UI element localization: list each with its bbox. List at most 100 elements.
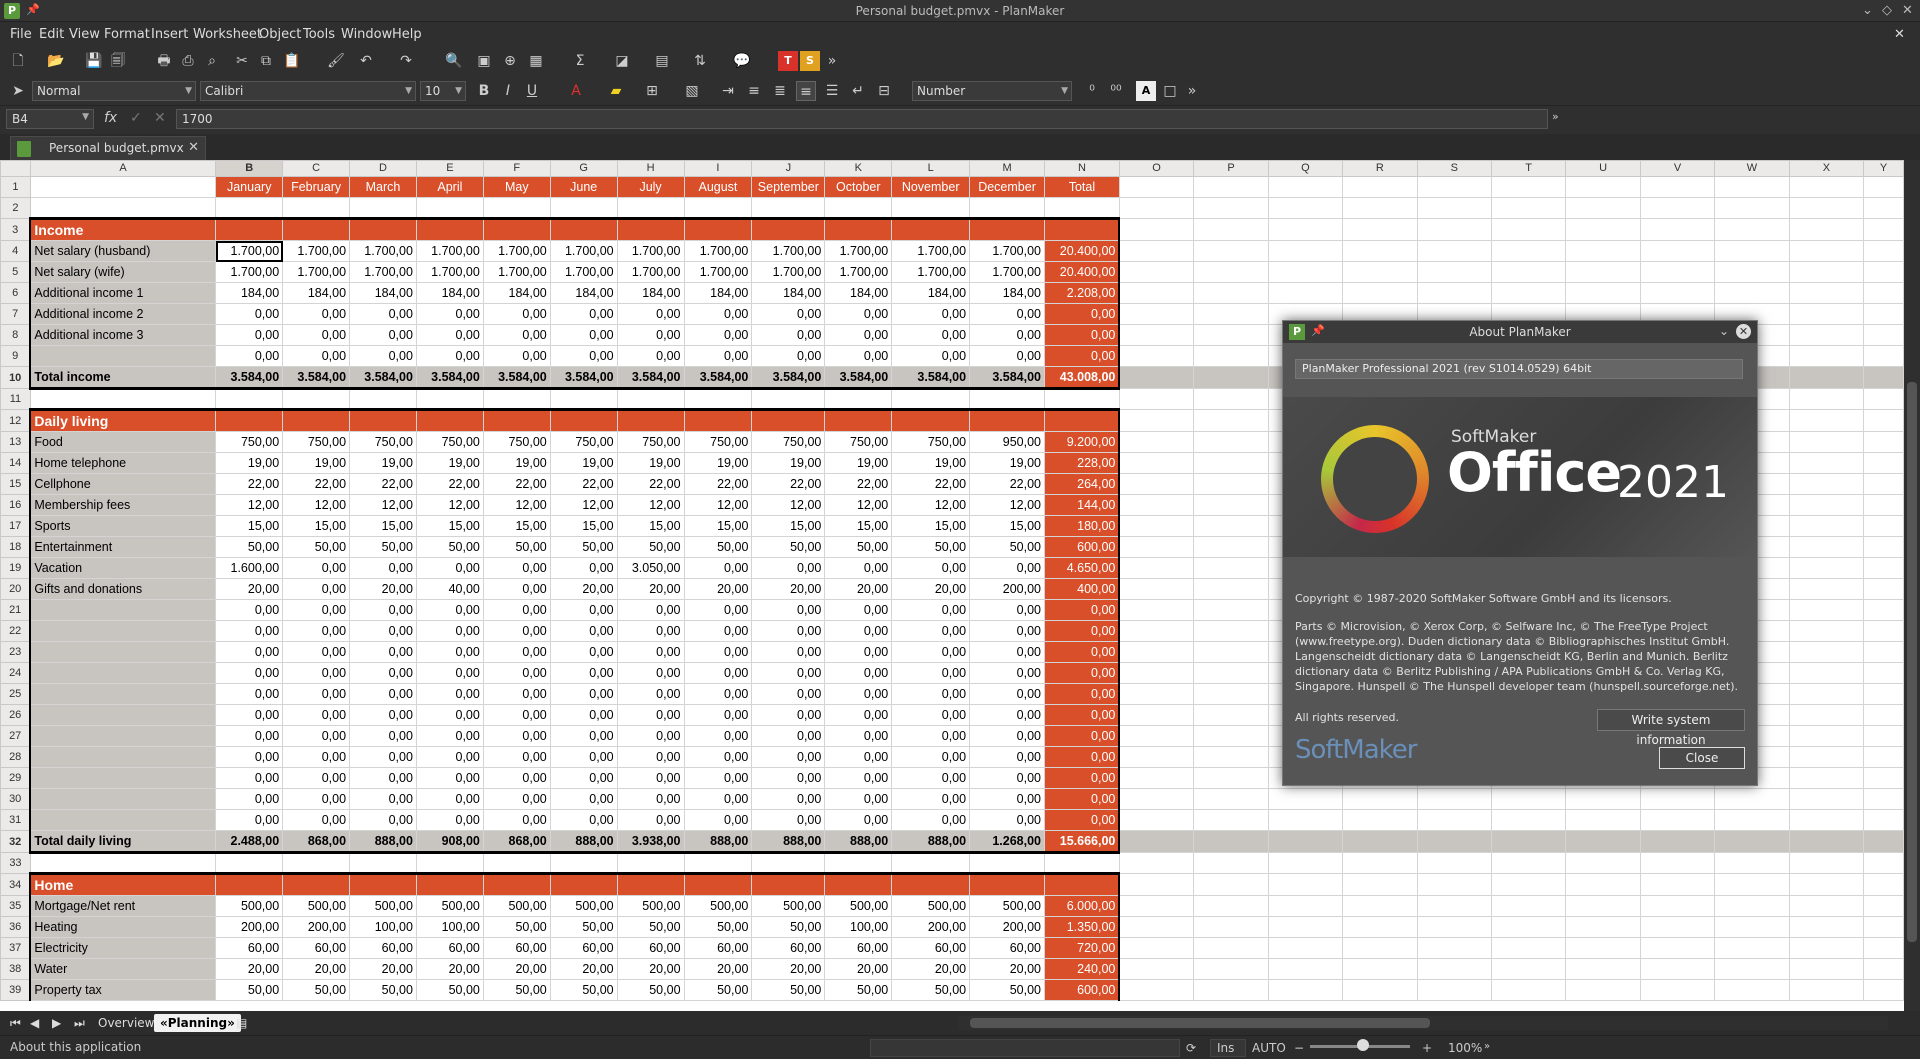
column-header[interactable]: V (1639, 160, 1716, 177)
cell[interactable] (549, 197, 618, 219)
value-cell[interactable]: 50,00 (482, 536, 551, 558)
value-cell[interactable]: 0,00 (824, 641, 893, 663)
cell[interactable] (1267, 788, 1344, 810)
cell[interactable] (1788, 282, 1865, 304)
value-cell[interactable]: 0,00 (616, 345, 685, 367)
value-cell[interactable]: 19,00 (482, 452, 551, 474)
value-cell[interactable]: 0,00 (824, 662, 893, 684)
value-cell[interactable]: 0,00 (751, 746, 826, 768)
value-cell[interactable]: 3.584,00 (215, 366, 284, 390)
value-cell[interactable]: 0,00 (683, 599, 753, 621)
row-label[interactable]: Net salary (wife) (29, 261, 217, 283)
cell[interactable] (1565, 176, 1641, 198)
cell[interactable] (1639, 218, 1716, 241)
value-cell[interactable]: 20,00 (349, 958, 417, 980)
value-cell[interactable]: 50,00 (415, 979, 484, 1001)
cell[interactable] (482, 408, 551, 432)
close-tab-icon[interactable]: ✕ (188, 140, 199, 155)
cell[interactable] (1639, 240, 1716, 262)
cell[interactable] (1342, 809, 1418, 831)
cell[interactable] (1863, 620, 1904, 642)
cell[interactable] (282, 197, 351, 219)
underline-button[interactable]: U (522, 81, 542, 101)
column-header[interactable]: G (549, 160, 618, 177)
cell[interactable] (1863, 303, 1904, 325)
value-cell[interactable]: 0,00 (616, 746, 685, 768)
cell[interactable] (1118, 662, 1195, 684)
cell[interactable] (1118, 895, 1195, 917)
row-label[interactable]: Mortgage/Net rent (29, 895, 217, 917)
value-cell[interactable]: 0,00 (349, 345, 417, 367)
value-cell[interactable]: 22,00 (549, 473, 618, 495)
value-cell[interactable]: 0,00 (969, 683, 1045, 705)
cell[interactable] (751, 408, 826, 432)
value-cell[interactable]: 3.584,00 (683, 366, 753, 390)
value-cell[interactable]: 50,00 (215, 979, 284, 1001)
row-header[interactable]: 1 (0, 176, 31, 198)
cell[interactable] (1267, 176, 1344, 198)
value-cell[interactable]: 60,00 (824, 937, 893, 959)
next-sheet-icon[interactable]: ▶ (46, 1014, 67, 1032)
column-header[interactable]: U (1565, 160, 1641, 177)
value-cell[interactable]: 22,00 (349, 473, 417, 495)
cell[interactable] (1863, 282, 1904, 304)
row-total[interactable]: 0,00 (1043, 725, 1121, 747)
month-header[interactable]: June (549, 176, 618, 198)
value-cell[interactable]: 1.700,00 (751, 240, 826, 262)
cell[interactable] (1193, 176, 1269, 198)
cell[interactable] (1863, 937, 1904, 959)
cell[interactable] (1118, 767, 1195, 789)
cell[interactable] (1267, 282, 1344, 304)
cell[interactable] (1788, 366, 1865, 389)
value-cell[interactable]: 0,00 (824, 599, 893, 621)
month-header[interactable]: August (683, 176, 753, 198)
value-cell[interactable]: 0,00 (616, 662, 685, 684)
decrease-decimals-icon[interactable]: ⁰ (1082, 81, 1102, 101)
value-cell[interactable]: 888,00 (891, 830, 971, 854)
row-header[interactable]: 5 (0, 261, 31, 283)
value-cell[interactable]: 0,00 (482, 809, 551, 831)
row-total[interactable]: 0,00 (1043, 767, 1121, 789)
cell[interactable] (1863, 218, 1904, 241)
justify-icon[interactable]: ☰ (822, 81, 842, 101)
cell[interactable] (1193, 873, 1269, 896)
function-icon[interactable]: fx (104, 110, 117, 126)
value-cell[interactable]: 0,00 (824, 620, 893, 642)
value-cell[interactable]: 15,00 (616, 515, 685, 537)
cell[interactable] (1863, 725, 1904, 747)
value-cell[interactable]: 15,00 (751, 515, 826, 537)
value-cell[interactable]: 0,00 (824, 746, 893, 768)
value-cell[interactable]: 1.700,00 (349, 240, 417, 262)
cell[interactable] (1118, 704, 1195, 726)
value-cell[interactable]: 19,00 (751, 452, 826, 474)
cell[interactable] (1193, 620, 1269, 642)
cell[interactable] (1193, 746, 1269, 768)
value-cell[interactable]: 750,00 (891, 431, 971, 453)
cell[interactable] (1118, 388, 1195, 410)
value-cell[interactable]: 1.700,00 (891, 261, 971, 283)
value-cell[interactable]: 12,00 (282, 494, 351, 516)
value-cell[interactable]: 0,00 (282, 704, 351, 726)
row-header[interactable]: 3 (0, 218, 31, 241)
cell[interactable] (1788, 852, 1865, 874)
value-cell[interactable]: 0,00 (683, 620, 753, 642)
value-cell[interactable]: 15,00 (969, 515, 1045, 537)
cell[interactable] (1490, 261, 1567, 283)
cell[interactable] (1342, 979, 1418, 1001)
cell[interactable] (1714, 809, 1790, 831)
vertical-scrollbar[interactable] (1904, 160, 1920, 1011)
section-heading[interactable]: Income (29, 217, 217, 241)
print-icon[interactable]: 🖶 (154, 51, 174, 71)
value-cell[interactable]: 20,00 (482, 958, 551, 980)
value-cell[interactable]: 0,00 (215, 345, 284, 367)
value-cell[interactable]: 0,00 (549, 324, 618, 346)
cell[interactable] (1863, 767, 1904, 789)
row-label[interactable]: Sports (29, 515, 217, 537)
row-header[interactable]: 17 (0, 515, 31, 537)
value-cell[interactable]: 750,00 (282, 431, 351, 453)
cell[interactable] (1714, 261, 1790, 283)
value-cell[interactable]: 0,00 (415, 662, 484, 684)
column-header[interactable]: E (415, 160, 484, 177)
month-header[interactable]: April (415, 176, 484, 198)
cell[interactable] (282, 408, 351, 432)
